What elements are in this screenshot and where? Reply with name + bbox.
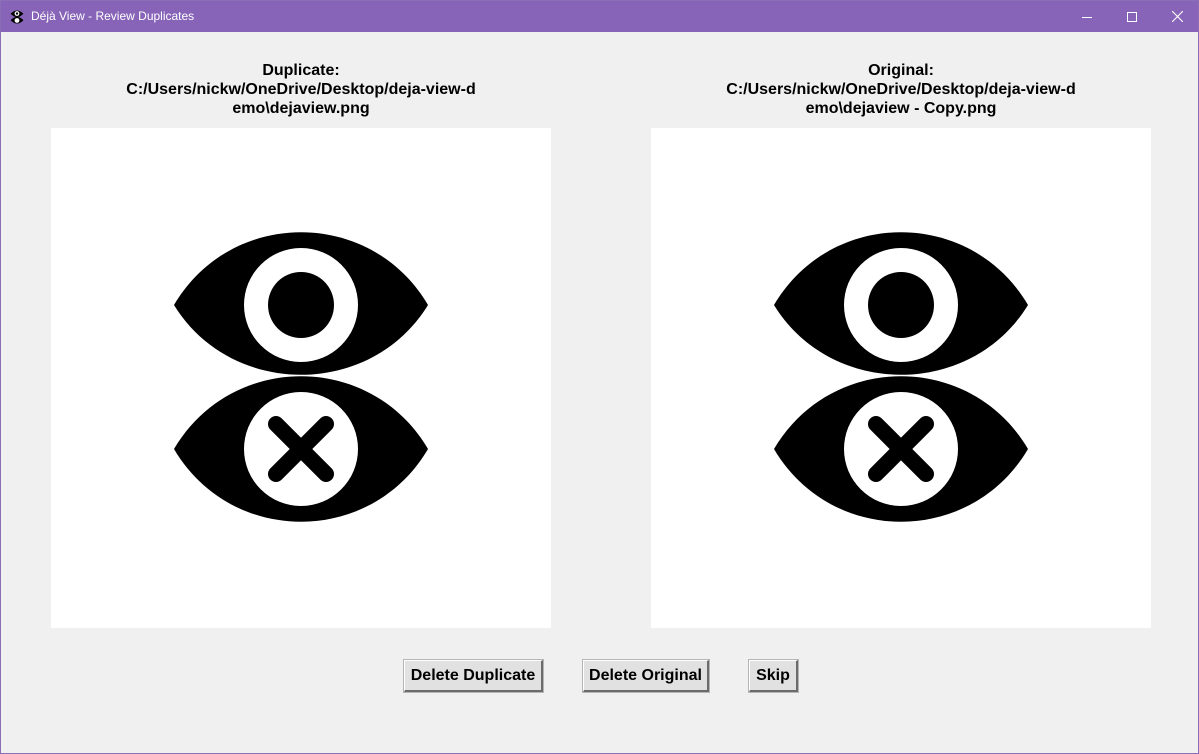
original-heading: Original: xyxy=(868,62,934,79)
original-path-line-2: emo\dejaview - Copy.png xyxy=(805,100,997,117)
deja-view-logo-icon xyxy=(10,10,24,24)
skip-button[interactable]: Skip xyxy=(748,659,799,693)
delete-original-button[interactable]: Delete Original xyxy=(582,659,710,693)
duplicate-image-preview xyxy=(51,128,551,628)
review-duplicates-window: Déjà View - Review Duplicates Duplicate:… xyxy=(0,0,1199,754)
duplicate-path-line-2: emo\dejaview.png xyxy=(232,100,370,117)
original-caption: Original: C:/Users/nickw/OneDrive/Deskto… xyxy=(651,61,1151,118)
deja-view-logo-icon xyxy=(174,232,428,522)
maximize-button[interactable] xyxy=(1109,1,1155,32)
close-button[interactable] xyxy=(1154,1,1199,32)
duplicate-path-line-1: C:/Users/nickw/OneDrive/Desktop/deja-vie… xyxy=(126,81,476,98)
minimize-icon xyxy=(1082,16,1092,18)
title-bar[interactable]: Déjà View - Review Duplicates xyxy=(1,1,1198,32)
window-title: Déjà View - Review Duplicates xyxy=(31,9,195,23)
maximize-icon xyxy=(1127,11,1137,22)
minimize-button[interactable] xyxy=(1064,1,1110,32)
duplicate-heading: Duplicate: xyxy=(262,62,340,79)
close-icon xyxy=(1171,11,1183,22)
original-path-line-1: C:/Users/nickw/OneDrive/Desktop/deja-vie… xyxy=(726,81,1076,98)
original-image-preview xyxy=(651,128,1151,628)
deja-view-logo-icon xyxy=(774,232,1028,522)
delete-duplicate-button[interactable]: Delete Duplicate xyxy=(403,659,544,693)
duplicate-caption: Duplicate: C:/Users/nickw/OneDrive/Deskt… xyxy=(51,61,551,118)
